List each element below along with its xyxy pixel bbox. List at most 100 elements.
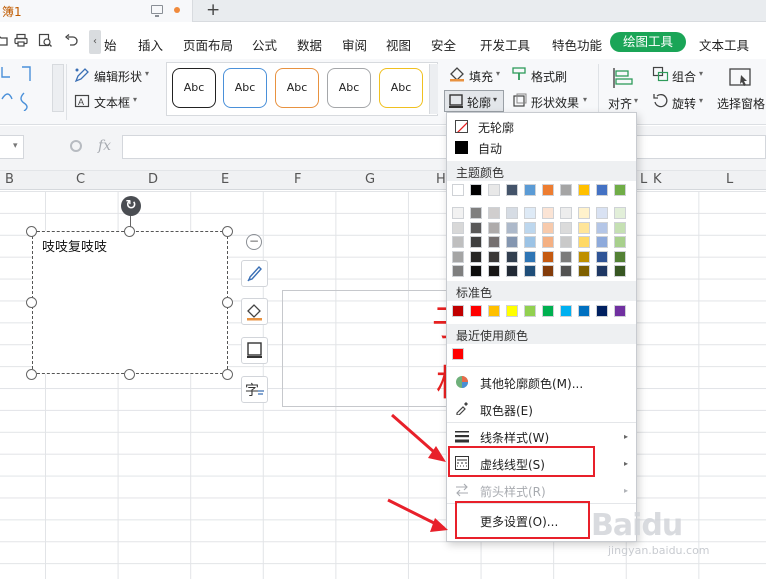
column-header-k[interactable]: K: [653, 172, 662, 187]
format-painter-button[interactable]: 格式刷: [531, 68, 567, 85]
name-box-dropdown-icon[interactable]: ▾: [13, 141, 18, 151]
name-box[interactable]: [0, 135, 24, 159]
group-arrow[interactable]: ▾: [699, 69, 703, 78]
resize-handle-left[interactable]: [26, 297, 37, 308]
theme-shade-swatch[interactable]: [614, 221, 626, 234]
resize-handle-bottom[interactable]: [124, 369, 135, 380]
rotate-button[interactable]: 旋转: [672, 95, 696, 112]
float-fill-button[interactable]: [241, 298, 268, 325]
eyedropper-item[interactable]: 取色器(E): [480, 402, 533, 419]
background-shape[interactable]: [282, 290, 447, 407]
column-header-l[interactable]: L: [726, 172, 733, 187]
standard-color-swatch[interactable]: [524, 305, 536, 317]
theme-shade-swatch[interactable]: [488, 265, 500, 277]
theme-shade-swatch[interactable]: [470, 236, 482, 248]
theme-shade-swatch[interactable]: [560, 265, 572, 277]
rotate-handle[interactable]: ↻: [121, 196, 141, 216]
theme-color-swatch[interactable]: [488, 184, 500, 196]
resize-handle-top-right[interactable]: [222, 226, 233, 237]
rotate-arrow[interactable]: ▾: [699, 96, 703, 105]
theme-shade-swatch[interactable]: [578, 236, 590, 248]
theme-shade-swatch[interactable]: [542, 250, 554, 263]
theme-color-swatch[interactable]: [506, 184, 518, 196]
style-sample-5[interactable]: Abc: [379, 68, 423, 108]
theme-shade-swatch[interactable]: [542, 221, 554, 234]
tab-start[interactable]: 始: [104, 35, 117, 54]
column-header-b[interactable]: B: [5, 172, 14, 187]
theme-shade-swatch[interactable]: [542, 207, 554, 219]
tab-view[interactable]: 视图: [386, 35, 411, 54]
theme-shade-swatch[interactable]: [542, 236, 554, 248]
theme-shade-swatch[interactable]: [596, 265, 608, 277]
theme-shade-swatch[interactable]: [506, 265, 518, 277]
theme-shade-swatch[interactable]: [596, 250, 608, 263]
insert-function-button[interactable]: fx: [98, 138, 111, 154]
theme-shade-swatch[interactable]: [488, 250, 500, 263]
print-preview-icon[interactable]: [38, 33, 52, 47]
open-folder-icon[interactable]: [0, 33, 8, 47]
theme-shade-swatch[interactable]: [488, 207, 500, 219]
no-outline-item[interactable]: 无轮廓: [478, 119, 514, 136]
theme-shade-swatch[interactable]: [470, 221, 482, 234]
resize-handle-top[interactable]: [124, 226, 135, 237]
theme-shade-swatch[interactable]: [542, 265, 554, 277]
theme-shade-swatch[interactable]: [524, 236, 536, 248]
resize-handle-bottom-right[interactable]: [222, 369, 233, 380]
new-tab-button[interactable]: +: [206, 0, 220, 20]
theme-shade-swatch[interactable]: [524, 250, 536, 263]
column-header-l-left[interactable]: L: [640, 172, 647, 187]
theme-shade-swatch[interactable]: [452, 207, 464, 219]
rotate-icon[interactable]: [652, 93, 669, 109]
theme-shade-swatch[interactable]: [596, 236, 608, 248]
theme-shade-swatch[interactable]: [614, 207, 626, 219]
align-button[interactable]: 对齐: [608, 95, 632, 112]
theme-shade-swatch[interactable]: [560, 207, 572, 219]
theme-shade-swatch[interactable]: [560, 221, 572, 234]
theme-shade-swatch[interactable]: [506, 221, 518, 234]
standard-color-swatch[interactable]: [488, 305, 500, 317]
theme-shade-swatch[interactable]: [596, 207, 608, 219]
theme-shade-swatch[interactable]: [578, 221, 590, 234]
theme-shade-swatch[interactable]: [470, 207, 482, 219]
style-sample-4[interactable]: Abc: [327, 68, 371, 108]
monitor-icon[interactable]: [151, 5, 163, 17]
tab-drawing-tools[interactable]: 绘图工具: [610, 32, 686, 52]
theme-shade-swatch[interactable]: [452, 265, 464, 277]
text-box-icon[interactable]: A: [74, 93, 90, 109]
standard-color-swatch[interactable]: [596, 305, 608, 317]
group-icon[interactable]: [652, 66, 669, 82]
theme-shade-swatch[interactable]: [614, 236, 626, 248]
theme-shade-swatch[interactable]: [524, 207, 536, 219]
selection-pane-button[interactable]: 选择窗格: [717, 95, 765, 112]
column-header-d[interactable]: D: [148, 172, 158, 187]
resize-handle-right[interactable]: [222, 297, 233, 308]
theme-shade-swatch[interactable]: [506, 207, 518, 219]
outline-arrow[interactable]: ▾: [493, 95, 497, 104]
outline-icon[interactable]: [448, 93, 464, 109]
theme-color-swatch[interactable]: [542, 184, 554, 196]
style-gallery-scroll[interactable]: [429, 64, 438, 114]
theme-color-swatch[interactable]: [452, 184, 464, 196]
tab-developer[interactable]: 开发工具: [480, 35, 530, 54]
connector-shapes-gallery[interactable]: [0, 63, 60, 111]
shape-effects-icon[interactable]: [512, 93, 528, 109]
document-tab[interactable]: [0, 0, 193, 22]
zoom-icon[interactable]: [70, 140, 82, 152]
float-text-button[interactable]: 字: [241, 376, 268, 403]
undo-icon[interactable]: [64, 33, 78, 47]
fill-bucket-icon[interactable]: [448, 66, 466, 82]
resize-handle-top-left[interactable]: [26, 226, 37, 237]
outline-label[interactable]: 轮廓: [467, 94, 491, 111]
resize-handle-bottom-left[interactable]: [26, 369, 37, 380]
theme-color-swatch[interactable]: [470, 184, 482, 196]
standard-color-swatch[interactable]: [578, 305, 590, 317]
align-arrow[interactable]: ▾: [634, 96, 638, 105]
style-sample-3[interactable]: Abc: [275, 68, 319, 108]
style-sample-2[interactable]: Abc: [223, 68, 267, 108]
theme-shade-swatch[interactable]: [614, 250, 626, 263]
theme-shade-swatch[interactable]: [506, 236, 518, 248]
column-header-g[interactable]: G: [365, 172, 375, 187]
theme-color-swatch[interactable]: [596, 184, 608, 196]
theme-color-swatch[interactable]: [578, 184, 590, 196]
recent-color-swatch[interactable]: [452, 348, 464, 360]
